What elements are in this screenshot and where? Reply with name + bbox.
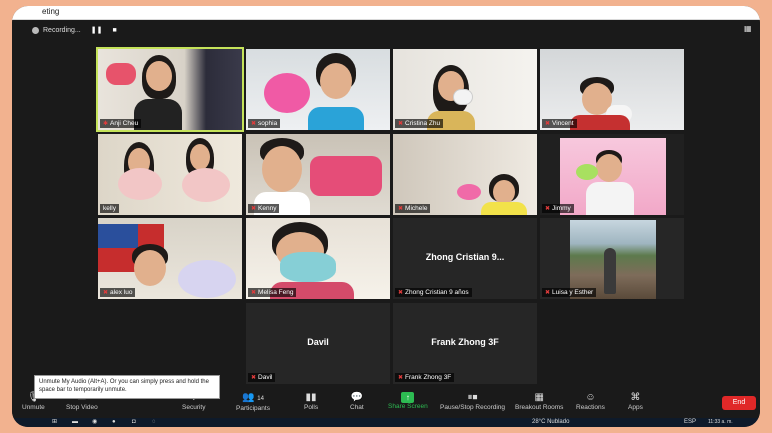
zoom-app-icon[interactable]: ◘ bbox=[132, 418, 136, 427]
participant-name-tag: ✖ Zhong Cristian 9 años bbox=[395, 288, 472, 297]
video-tile-zhong-cristian[interactable]: Zhong Cristian 9... ✖ Zhong Cristian 9 añ… bbox=[393, 218, 537, 299]
breakout-rooms-button[interactable]: ▦ Breakout Rooms bbox=[515, 392, 563, 411]
polls-button[interactable]: ▮▮ Polls bbox=[304, 392, 318, 411]
video-tile-luisa-y-esther[interactable]: ✖ Luisa y Esther bbox=[540, 218, 684, 299]
participant-name-tag: ✖ Michele bbox=[395, 204, 431, 213]
muted-microphone-icon: ✖ bbox=[251, 290, 257, 296]
participant-name-tag: kelly bbox=[100, 204, 120, 213]
zoom-window: eting Recording... ❚❚ ■ ▦ ✱ Anji Cheu ✖ so… bbox=[12, 6, 760, 427]
participant-name-tag: ✖ Jimmy bbox=[542, 204, 574, 213]
muted-microphone-icon: ✖ bbox=[545, 290, 551, 296]
microphone-icon: ✱ bbox=[103, 121, 109, 127]
participant-name-tag: ✱ Anji Cheu bbox=[100, 119, 142, 128]
share-screen-button[interactable]: ↑ Share Screen bbox=[388, 392, 428, 410]
participant-name-tag: ✖ Davil bbox=[248, 373, 276, 382]
weather-widget[interactable]: 28°C Nublado bbox=[532, 418, 569, 427]
task-view-icon[interactable]: ⊞ bbox=[52, 418, 57, 427]
clock-time[interactable]: 11:33 a. m. bbox=[708, 418, 733, 427]
participants-button[interactable]: 👥 14 Participants bbox=[236, 392, 270, 412]
reactions-button[interactable]: ☺ Reactions bbox=[576, 392, 605, 411]
video-tile-kelly[interactable]: kelly bbox=[98, 134, 242, 215]
participant-name-tag: ✖ Cristina Zhu bbox=[395, 119, 444, 128]
participants-icon: 👥 14 bbox=[242, 392, 264, 403]
video-tile-frank-zhong[interactable]: Frank Zhong 3F ✖ Frank Zhong 3F bbox=[393, 303, 537, 384]
file-explorer-icon[interactable]: ▬ bbox=[72, 418, 78, 427]
apps-icon: ⌘ bbox=[630, 392, 641, 403]
apps-button[interactable]: ⌘ Apps bbox=[628, 392, 643, 411]
participant-name-tag: ✖ sophia bbox=[248, 119, 281, 128]
muted-microphone-icon: ✖ bbox=[398, 290, 404, 296]
video-tile-vincent[interactable]: ✖ Vincent bbox=[540, 49, 684, 130]
pause-stop-recording-button[interactable]: ⏸⏹ Pause/Stop Recording bbox=[440, 392, 505, 411]
video-tile-cristina-zhu[interactable]: ✖ Cristina Zhu bbox=[393, 49, 537, 130]
video-tile-davil[interactable]: Davil ✖ Davil bbox=[246, 303, 390, 384]
video-tile-kenny[interactable]: ✖ Kenny bbox=[246, 134, 390, 215]
muted-microphone-icon: ✖ bbox=[398, 206, 404, 212]
participant-name-tag: ✖ alex luo bbox=[100, 288, 136, 297]
video-tile-sophia[interactable]: ✖ sophia bbox=[246, 49, 390, 130]
participants-count: 14 bbox=[257, 396, 264, 402]
view-grid-icon[interactable]: ▦ bbox=[744, 24, 754, 34]
whatsapp-icon[interactable]: ◌ bbox=[152, 418, 156, 427]
muted-microphone-icon: ✖ bbox=[251, 375, 257, 381]
muted-microphone-icon: ✖ bbox=[251, 121, 257, 127]
edge-browser-icon[interactable]: ◉ bbox=[92, 418, 97, 427]
video-tile-melisa-feng[interactable]: ✖ Melisa Feng bbox=[246, 218, 390, 299]
video-tile-alex-luo[interactable]: ✖ alex luo bbox=[98, 218, 242, 299]
participant-display-name: Frank Zhong 3F bbox=[431, 337, 499, 347]
end-meeting-button[interactable]: End bbox=[722, 396, 756, 410]
window-title: eting bbox=[42, 7, 60, 16]
participant-display-name: Zhong Cristian 9... bbox=[425, 252, 505, 262]
participant-name-tag: ✖ Kenny bbox=[248, 204, 280, 213]
participant-display-name: Davil bbox=[307, 337, 329, 347]
muted-microphone-icon: ✖ bbox=[545, 206, 551, 212]
muted-microphone-icon: ✖ bbox=[545, 121, 551, 127]
pause-recording-icon[interactable]: ❚❚ bbox=[91, 26, 103, 34]
stop-recording-icon[interactable]: ■ bbox=[112, 27, 116, 34]
video-tile-michele[interactable]: ✖ Michele bbox=[393, 134, 537, 215]
muted-microphone-icon: ✖ bbox=[103, 290, 109, 296]
meeting-top-bar: Recording... ❚❚ ■ ▦ bbox=[12, 20, 760, 40]
recording-label: Recording... bbox=[43, 26, 81, 34]
breakout-rooms-icon: ▦ bbox=[534, 392, 544, 403]
recording-icon bbox=[32, 26, 39, 34]
recording-indicator: Recording... ❚❚ ■ bbox=[32, 23, 117, 37]
smiley-icon: ☺ bbox=[585, 392, 596, 403]
language-indicator[interactable]: ESP bbox=[684, 418, 696, 427]
muted-microphone-icon: ✖ bbox=[398, 375, 404, 381]
share-screen-icon: ↑ bbox=[401, 392, 415, 403]
participant-name-tag: ✖ Melisa Feng bbox=[248, 288, 297, 297]
chrome-icon[interactable]: ● bbox=[112, 418, 116, 427]
chat-bubble-icon: 💬 bbox=[350, 392, 364, 403]
unmute-tooltip: Unmute My Audio (Alt+A). Or you can simp… bbox=[34, 375, 220, 399]
participant-name-tag: ✖ Vincent bbox=[542, 119, 577, 128]
pause-stop-icon: ⏸⏹ bbox=[467, 392, 478, 403]
windows-taskbar: ⊞ ▬ ◉ ● ◘ ◌ 28°C Nublado ESP 11:33 a. m. bbox=[12, 418, 760, 427]
participant-name-tag: ✖ Luisa y Esther bbox=[542, 288, 597, 297]
bar-chart-icon: ▮▮ bbox=[305, 392, 317, 403]
video-tile-anji-cheu[interactable]: ✱ Anji Cheu bbox=[96, 47, 244, 132]
muted-microphone-icon: ✖ bbox=[398, 121, 404, 127]
participant-name-tag: ✖ Frank Zhong 3F bbox=[395, 373, 455, 382]
video-tile-jimmy[interactable]: ✖ Jimmy bbox=[540, 134, 684, 215]
chat-button[interactable]: 💬 Chat bbox=[350, 392, 364, 411]
window-title-bar: eting bbox=[12, 6, 760, 20]
muted-microphone-icon: ✖ bbox=[251, 206, 257, 212]
